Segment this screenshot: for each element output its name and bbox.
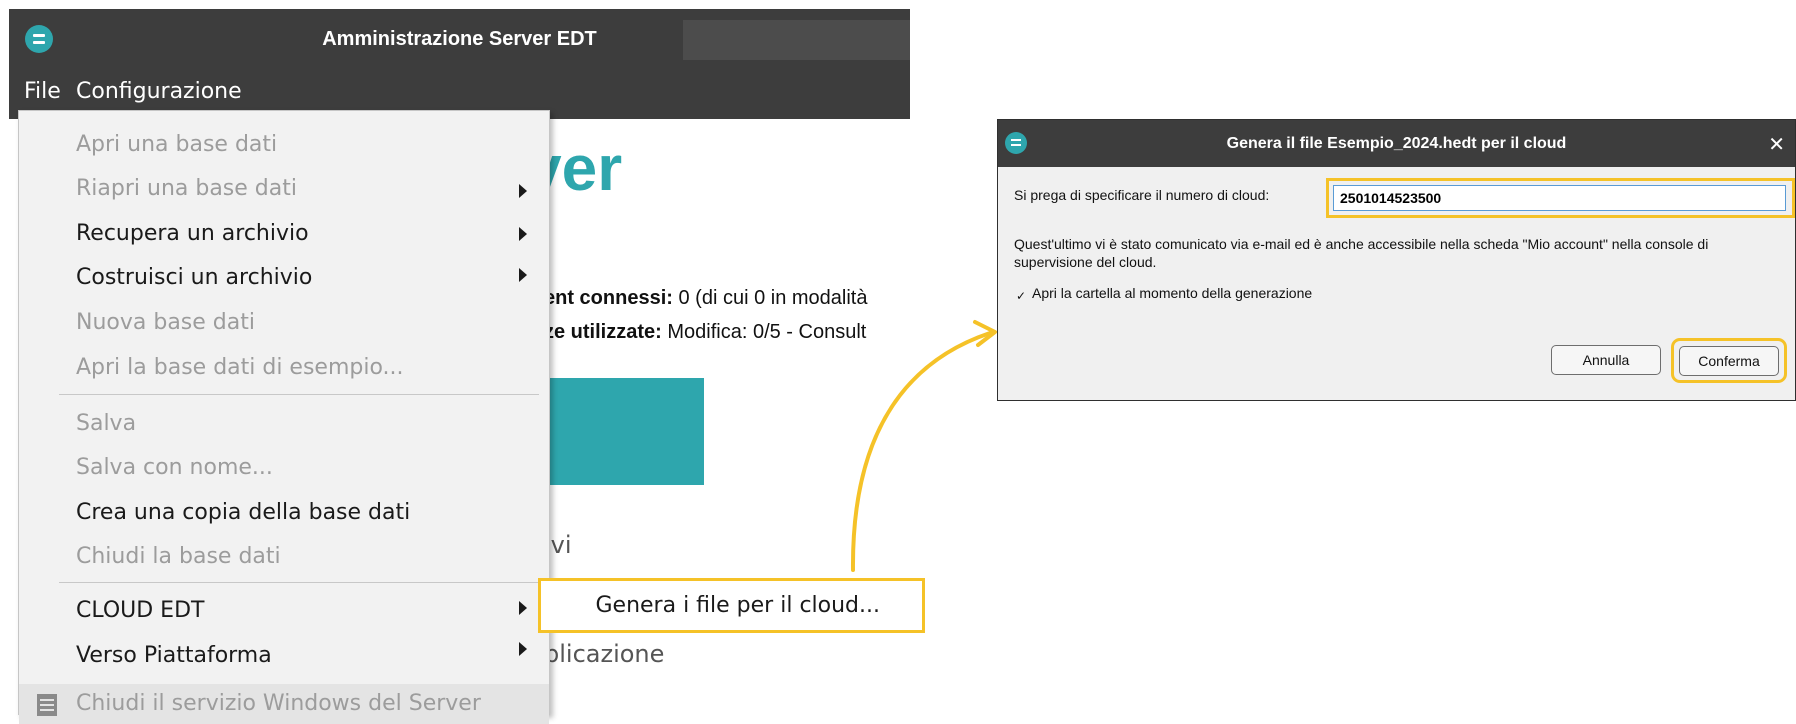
cloud-submenu: Genera i file per il cloud... [538, 578, 925, 633]
cloud-number-input[interactable] [1333, 185, 1786, 211]
menu-item-costruisci-archivio[interactable]: Costruisci un archivio [76, 265, 312, 290]
open-folder-option[interactable]: ✓ Apri la cartella al momento della gener… [1014, 285, 1312, 303]
submenu-arrow-icon [519, 184, 527, 198]
licenses-used-stat: ze utilizzate: Modifica: 0/5 - Consult [544, 321, 867, 343]
menu-item-chiudi-base-dati[interactable]: Chiudi la base dati [76, 544, 281, 569]
menu-separator [59, 582, 539, 583]
submenu-arrow-icon [519, 227, 527, 241]
submenu-arrow-icon [519, 268, 527, 282]
cancel-button[interactable]: Annulla [1551, 345, 1661, 375]
highlight-frame: Conferma [1671, 338, 1787, 383]
close-icon[interactable]: ✕ [1768, 132, 1785, 156]
info-text: Quest'ultimo vi è stato comunicato via e… [1014, 236, 1709, 270]
app-titlebar[interactable]: Amministrazione Server EDT [9, 9, 910, 69]
menu-item-crea-copia[interactable]: Crea una copia della base dati [76, 500, 410, 525]
open-folder-label: Apri la cartella al momento della genera… [1032, 285, 1313, 301]
text-fragment-applicazione: plicazione [544, 640, 665, 668]
menu-configurazione[interactable]: Configurazione [76, 79, 242, 104]
dialog-titlebar[interactable]: Genera il file Esempio_2024.hedt per il … [998, 120, 1795, 167]
menu-item-verso-piattaforma[interactable]: Verso Piattaforma [76, 643, 272, 668]
menu-item-nuova-base-dati[interactable]: Nuova base dati [76, 310, 255, 335]
generate-cloud-file-dialog: Genera il file Esempio_2024.hedt per il … [997, 119, 1796, 401]
clients-connected-stat: ent connessi: 0 (di cui 0 in modalità [544, 287, 868, 309]
menu-item-apri-base-dati[interactable]: Apri una base dati [76, 132, 277, 157]
teal-panel [544, 378, 704, 485]
dialog-title: Genera il file Esempio_2024.hedt per il … [1226, 135, 1567, 152]
menu-item-cloud-edt[interactable]: CLOUD EDT [76, 598, 204, 623]
menu-item-salva[interactable]: Salva [76, 411, 136, 436]
open-folder-checkbox[interactable]: ✓ [1014, 289, 1028, 303]
submenu-arrow-icon [519, 642, 527, 656]
titlebar-redacted-area [683, 20, 910, 60]
menu-file[interactable]: File [24, 79, 61, 104]
submenu-arrow-icon [519, 601, 527, 615]
menu-item-recupera-archivio[interactable]: Recupera un archivio [76, 221, 309, 246]
menu-item-genera-file-cloud[interactable]: Genera i file per il cloud... [541, 581, 922, 630]
menu-item-chiudi-servizio[interactable]: Chiudi il servizio Windows del Server [76, 691, 481, 716]
confirm-button[interactable]: Conferma [1679, 346, 1779, 376]
menu-item-riapri-base-dati[interactable]: Riapri una base dati [76, 176, 297, 201]
highlight-frame [1326, 178, 1795, 218]
file-menu-dropdown: Apri una base dati Riapri una base dati … [18, 110, 550, 724]
menu-item-apri-esempio[interactable]: Apri la base dati di esempio... [76, 355, 404, 380]
cloud-number-label: Si prega di specificare il numero di clo… [1014, 187, 1270, 203]
menu-separator [59, 394, 539, 395]
menu-item-salva-con-nome[interactable]: Salva con nome... [76, 455, 273, 480]
